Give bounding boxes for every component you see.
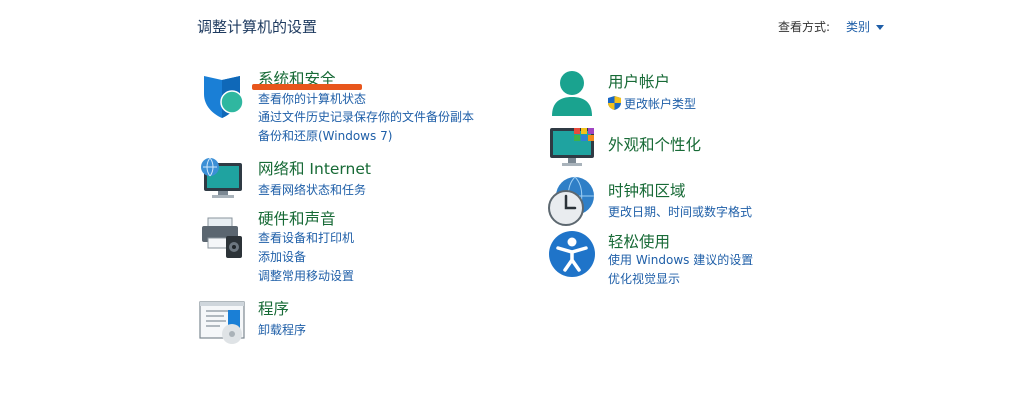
uac-shield-icon bbox=[608, 96, 621, 110]
category-programs[interactable]: 程序 bbox=[258, 297, 289, 319]
link-file-history[interactable]: 通过文件历史记录保存你的文件备份副本 bbox=[258, 108, 474, 125]
page-title: 调整计算机的设置 bbox=[197, 18, 318, 36]
link-mobility-settings[interactable]: 调整常用移动设置 bbox=[258, 267, 354, 284]
category-user-accounts[interactable]: 用户帐户 bbox=[608, 70, 670, 92]
link-optimize-visual-display[interactable]: 优化视觉显示 bbox=[608, 270, 680, 287]
monitor-colors-icon[interactable] bbox=[548, 124, 596, 172]
user-icon[interactable] bbox=[548, 70, 596, 118]
category-ease-of-access[interactable]: 轻松使用 bbox=[608, 230, 670, 252]
view-by-value[interactable]: 类别 bbox=[846, 20, 870, 34]
link-uninstall-program[interactable]: 卸载程序 bbox=[258, 321, 306, 338]
category-hardware-sound[interactable]: 硬件和声音 bbox=[258, 207, 336, 229]
link-change-account-type[interactable]: 更改帐户类型 bbox=[608, 95, 696, 112]
chevron-down-icon[interactable] bbox=[876, 25, 885, 30]
clock-globe-icon[interactable] bbox=[548, 176, 596, 226]
view-by-dropdown[interactable]: 类别 bbox=[846, 18, 885, 35]
link-change-date-time-format[interactable]: 更改日期、时间或数字格式 bbox=[608, 203, 752, 220]
category-network-internet[interactable]: 网络和 Internet bbox=[258, 157, 371, 179]
link-backup-restore[interactable]: 备份和还原(Windows 7) bbox=[258, 127, 392, 144]
printer-speaker-icon[interactable] bbox=[198, 212, 246, 260]
link-network-status[interactable]: 查看网络状态和任务 bbox=[258, 181, 366, 198]
link-view-computer-status[interactable]: 查看你的计算机状态 bbox=[258, 90, 366, 107]
view-by-label: 查看方式: bbox=[778, 20, 831, 34]
category-clock-region[interactable]: 时钟和区域 bbox=[608, 179, 686, 201]
link-change-account-type-label[interactable]: 更改帐户类型 bbox=[624, 97, 696, 111]
programs-icon[interactable] bbox=[198, 298, 246, 346]
link-windows-recommended-settings[interactable]: 使用 Windows 建议的设置 bbox=[608, 251, 753, 268]
accessibility-icon[interactable] bbox=[548, 230, 596, 278]
link-add-device[interactable]: 添加设备 bbox=[258, 248, 306, 265]
category-appearance[interactable]: 外观和个性化 bbox=[608, 133, 701, 155]
shield-icon[interactable] bbox=[198, 72, 246, 120]
network-globe-icon[interactable] bbox=[198, 155, 246, 203]
link-devices-printers[interactable]: 查看设备和打印机 bbox=[258, 229, 354, 246]
